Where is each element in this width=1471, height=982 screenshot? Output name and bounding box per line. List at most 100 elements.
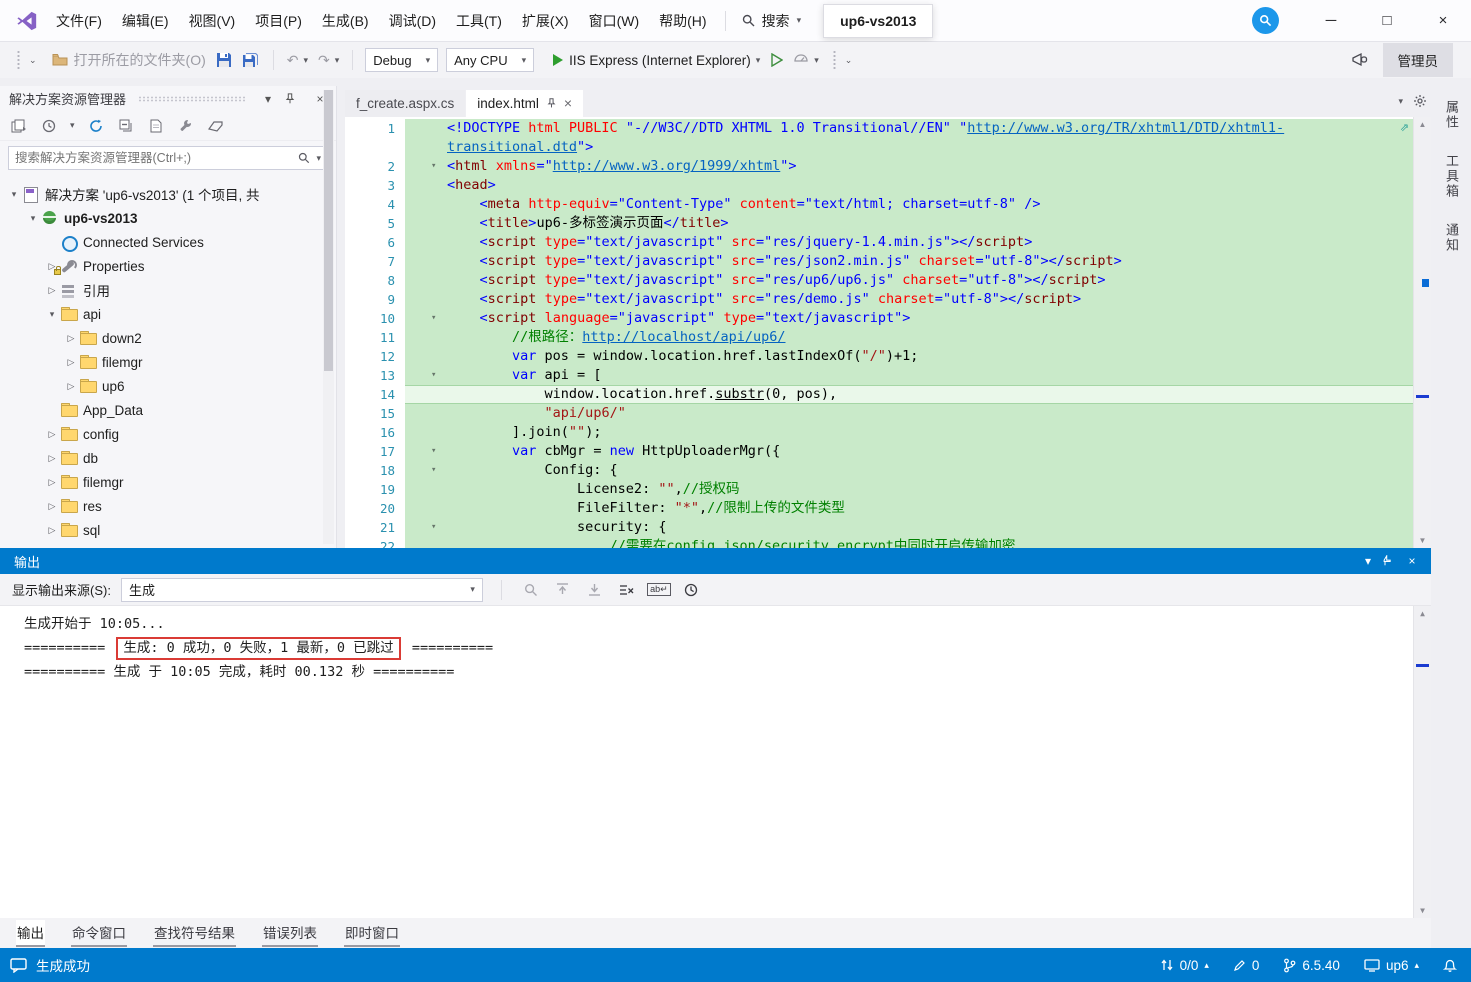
scroll-down-arrow[interactable]: ▼ [1414, 903, 1431, 918]
editor-scrollbar[interactable]: ▲ ▼ [1413, 117, 1431, 548]
code-line[interactable]: 18▾ Config: { [345, 461, 1413, 480]
save-all-button[interactable] [237, 49, 265, 71]
save-button[interactable] [211, 49, 237, 71]
tree-item[interactable]: ▷up6 [0, 374, 336, 398]
code-line[interactable]: 12 var pos = window.location.href.lastIn… [345, 347, 1413, 366]
fold-marker-icon[interactable]: ▾ [405, 518, 447, 537]
menu-item[interactable]: 生成(B) [312, 1, 379, 41]
switch-views-icon[interactable] [10, 117, 28, 135]
drag-handle[interactable] [138, 96, 246, 102]
panel-tab[interactable]: 输出 [16, 920, 45, 947]
feedback-icon[interactable] [1351, 52, 1369, 68]
tree-item[interactable]: ▷config [0, 422, 336, 446]
solution-search-input[interactable] [15, 151, 298, 165]
chevron-right-icon[interactable]: ▷ [44, 453, 60, 464]
toolbar-overflow-icon[interactable]: ⌄ [29, 55, 37, 66]
toolbar-grip[interactable] [16, 50, 21, 70]
scroll-up-arrow[interactable]: ▲ [1414, 117, 1431, 132]
code-line[interactable]: 1<!DOCTYPE html PUBLIC "-//W3C//DTD XHTM… [345, 119, 1413, 138]
fold-marker-icon[interactable]: ▾ [405, 157, 447, 176]
code-line[interactable]: 20 FileFilter: "*",//限制上传的文件类型 [345, 499, 1413, 518]
solution-configurations-dropdown[interactable]: Debug ▾ [365, 48, 438, 72]
fold-marker-icon[interactable]: ▾ [405, 461, 447, 480]
chevron-down-icon[interactable]: ▾ [70, 120, 75, 131]
menu-item[interactable]: 项目(P) [245, 1, 312, 41]
undo-button[interactable]: ↶▾ [282, 49, 313, 72]
menu-item[interactable]: 帮助(H) [649, 1, 716, 41]
pending-changes-filter-icon[interactable] [40, 117, 58, 135]
window-options-gear-icon[interactable] [1413, 94, 1427, 108]
menu-item[interactable]: 文件(F) [46, 1, 112, 41]
fold-marker-icon[interactable]: ▾ [405, 442, 447, 461]
code-line[interactable]: 17▾ var cbMgr = new HttpUploaderMgr({ [345, 442, 1413, 461]
toolbar-grip[interactable] [832, 50, 837, 70]
collapse-all-icon[interactable] [117, 117, 135, 135]
chevron-down-icon[interactable]: ▾ [1357, 554, 1379, 568]
autoscroll-icon[interactable] [680, 579, 702, 601]
menu-item[interactable]: 视图(V) [179, 1, 246, 41]
menu-item[interactable]: 窗口(W) [579, 1, 650, 41]
toolbar-overflow-icon[interactable]: ⌄ [845, 55, 853, 66]
code-line[interactable]: 3<head> [345, 176, 1413, 195]
chevron-down-icon[interactable]: ▾ [316, 153, 321, 164]
code-line[interactable]: 16 ].join(""); [345, 423, 1413, 442]
next-message-icon[interactable] [584, 579, 606, 601]
output-title-bar[interactable]: 输出 ▾ × [0, 548, 1431, 574]
code-line[interactable]: 15 "api/up6/" [345, 404, 1413, 423]
code-line[interactable]: 22 //需要在config.json/security.encrypt中同时开… [345, 537, 1413, 548]
tree-item[interactable]: ▷sql [0, 518, 336, 542]
refresh-icon[interactable] [87, 117, 105, 135]
chevron-right-icon[interactable]: ▷ [44, 501, 60, 512]
tree-item[interactable]: ▾解决方案 'up6-vs2013' (1 个项目, 共 [0, 182, 336, 206]
solution-explorer-scrollbar[interactable] [323, 90, 334, 544]
output-source-dropdown[interactable]: 生成 ▾ [121, 578, 483, 602]
panel-tab[interactable]: 命令窗口 [71, 920, 127, 947]
solution-platforms-dropdown[interactable]: Any CPU ▾ [446, 48, 534, 72]
panel-tab[interactable]: 错误列表 [262, 920, 318, 947]
chevron-down-icon[interactable]: ▾ [6, 189, 22, 200]
find-message-icon[interactable] [520, 579, 542, 601]
tree-item[interactable]: ▷filemgr [0, 470, 336, 494]
pending-edits-status[interactable]: 0 [1233, 958, 1260, 973]
open-containing-folder-button[interactable]: 打开所在的文件夹(O) [47, 47, 211, 73]
solution-explorer-header[interactable]: 解决方案资源管理器 ▾ × [0, 86, 336, 111]
close-icon[interactable]: × [1401, 554, 1423, 568]
chevron-down-icon[interactable]: ▾ [44, 309, 60, 320]
panel-tab[interactable]: 即时窗口 [344, 920, 400, 947]
code-line[interactable]: 21▾ security: { [345, 518, 1413, 537]
panel-tab[interactable]: 查找符号结果 [153, 920, 236, 947]
tree-item[interactable]: ▷引用 [0, 278, 336, 302]
code-line[interactable]: 5 <title>up6-多标签演示页面</title> [345, 214, 1413, 233]
close-icon[interactable]: × [564, 90, 572, 117]
clear-all-icon[interactable] [616, 579, 638, 601]
code-line[interactable]: 2▾<html xmlns="http://www.w3.org/1999/xh… [345, 157, 1413, 176]
chevron-right-icon[interactable]: ▷ [44, 429, 60, 440]
scroll-down-arrow[interactable]: ▼ [1414, 533, 1431, 548]
search-results-icon[interactable] [1252, 7, 1279, 34]
code-line[interactable]: 7 <script type="text/javascript" src="re… [345, 252, 1413, 271]
scroll-up-arrow[interactable]: ▲ [1414, 606, 1431, 621]
chevron-down-icon[interactable]: ▾ [25, 213, 41, 224]
search-icon[interactable] [298, 152, 310, 164]
code-line[interactable]: 9 <script type="text/javascript" src="re… [345, 290, 1413, 309]
code-line[interactable]: transitional.dtd"> [345, 138, 1413, 157]
side-tab[interactable]: 属性 [1442, 96, 1461, 134]
side-tab[interactable]: 通知 [1442, 219, 1461, 257]
chevron-right-icon[interactable]: ▷ [44, 477, 60, 488]
code-line[interactable]: 8 <script type="text/javascript" src="re… [345, 271, 1413, 290]
performance-profiler-button[interactable]: ▾ [788, 50, 824, 70]
menu-item[interactable]: 扩展(X) [512, 1, 579, 41]
code-line[interactable]: 6 <script type="text/javascript" src="re… [345, 233, 1413, 252]
tree-item[interactable]: ▷down2 [0, 326, 336, 350]
pin-icon[interactable] [1379, 555, 1401, 567]
word-wrap-icon[interactable]: ab↵ [648, 579, 670, 601]
notifications-bell-icon[interactable] [1443, 958, 1457, 973]
start-without-debugging-button[interactable] [765, 50, 788, 70]
code-line[interactable]: 14 window.location.href.substr(0, pos), [345, 385, 1413, 404]
show-all-files-icon[interactable] [147, 117, 165, 135]
output-text-area[interactable]: 生成开始于 10:05...========== 生成: 0 成功，0 失败，1… [0, 606, 1431, 918]
previous-message-icon[interactable] [552, 579, 574, 601]
redo-button[interactable]: ↷▾ [313, 49, 344, 72]
code-editor[interactable]: 1<!DOCTYPE html PUBLIC "-//W3C//DTD XHTM… [345, 117, 1431, 548]
tree-item[interactable]: ▷Properties [0, 254, 336, 278]
